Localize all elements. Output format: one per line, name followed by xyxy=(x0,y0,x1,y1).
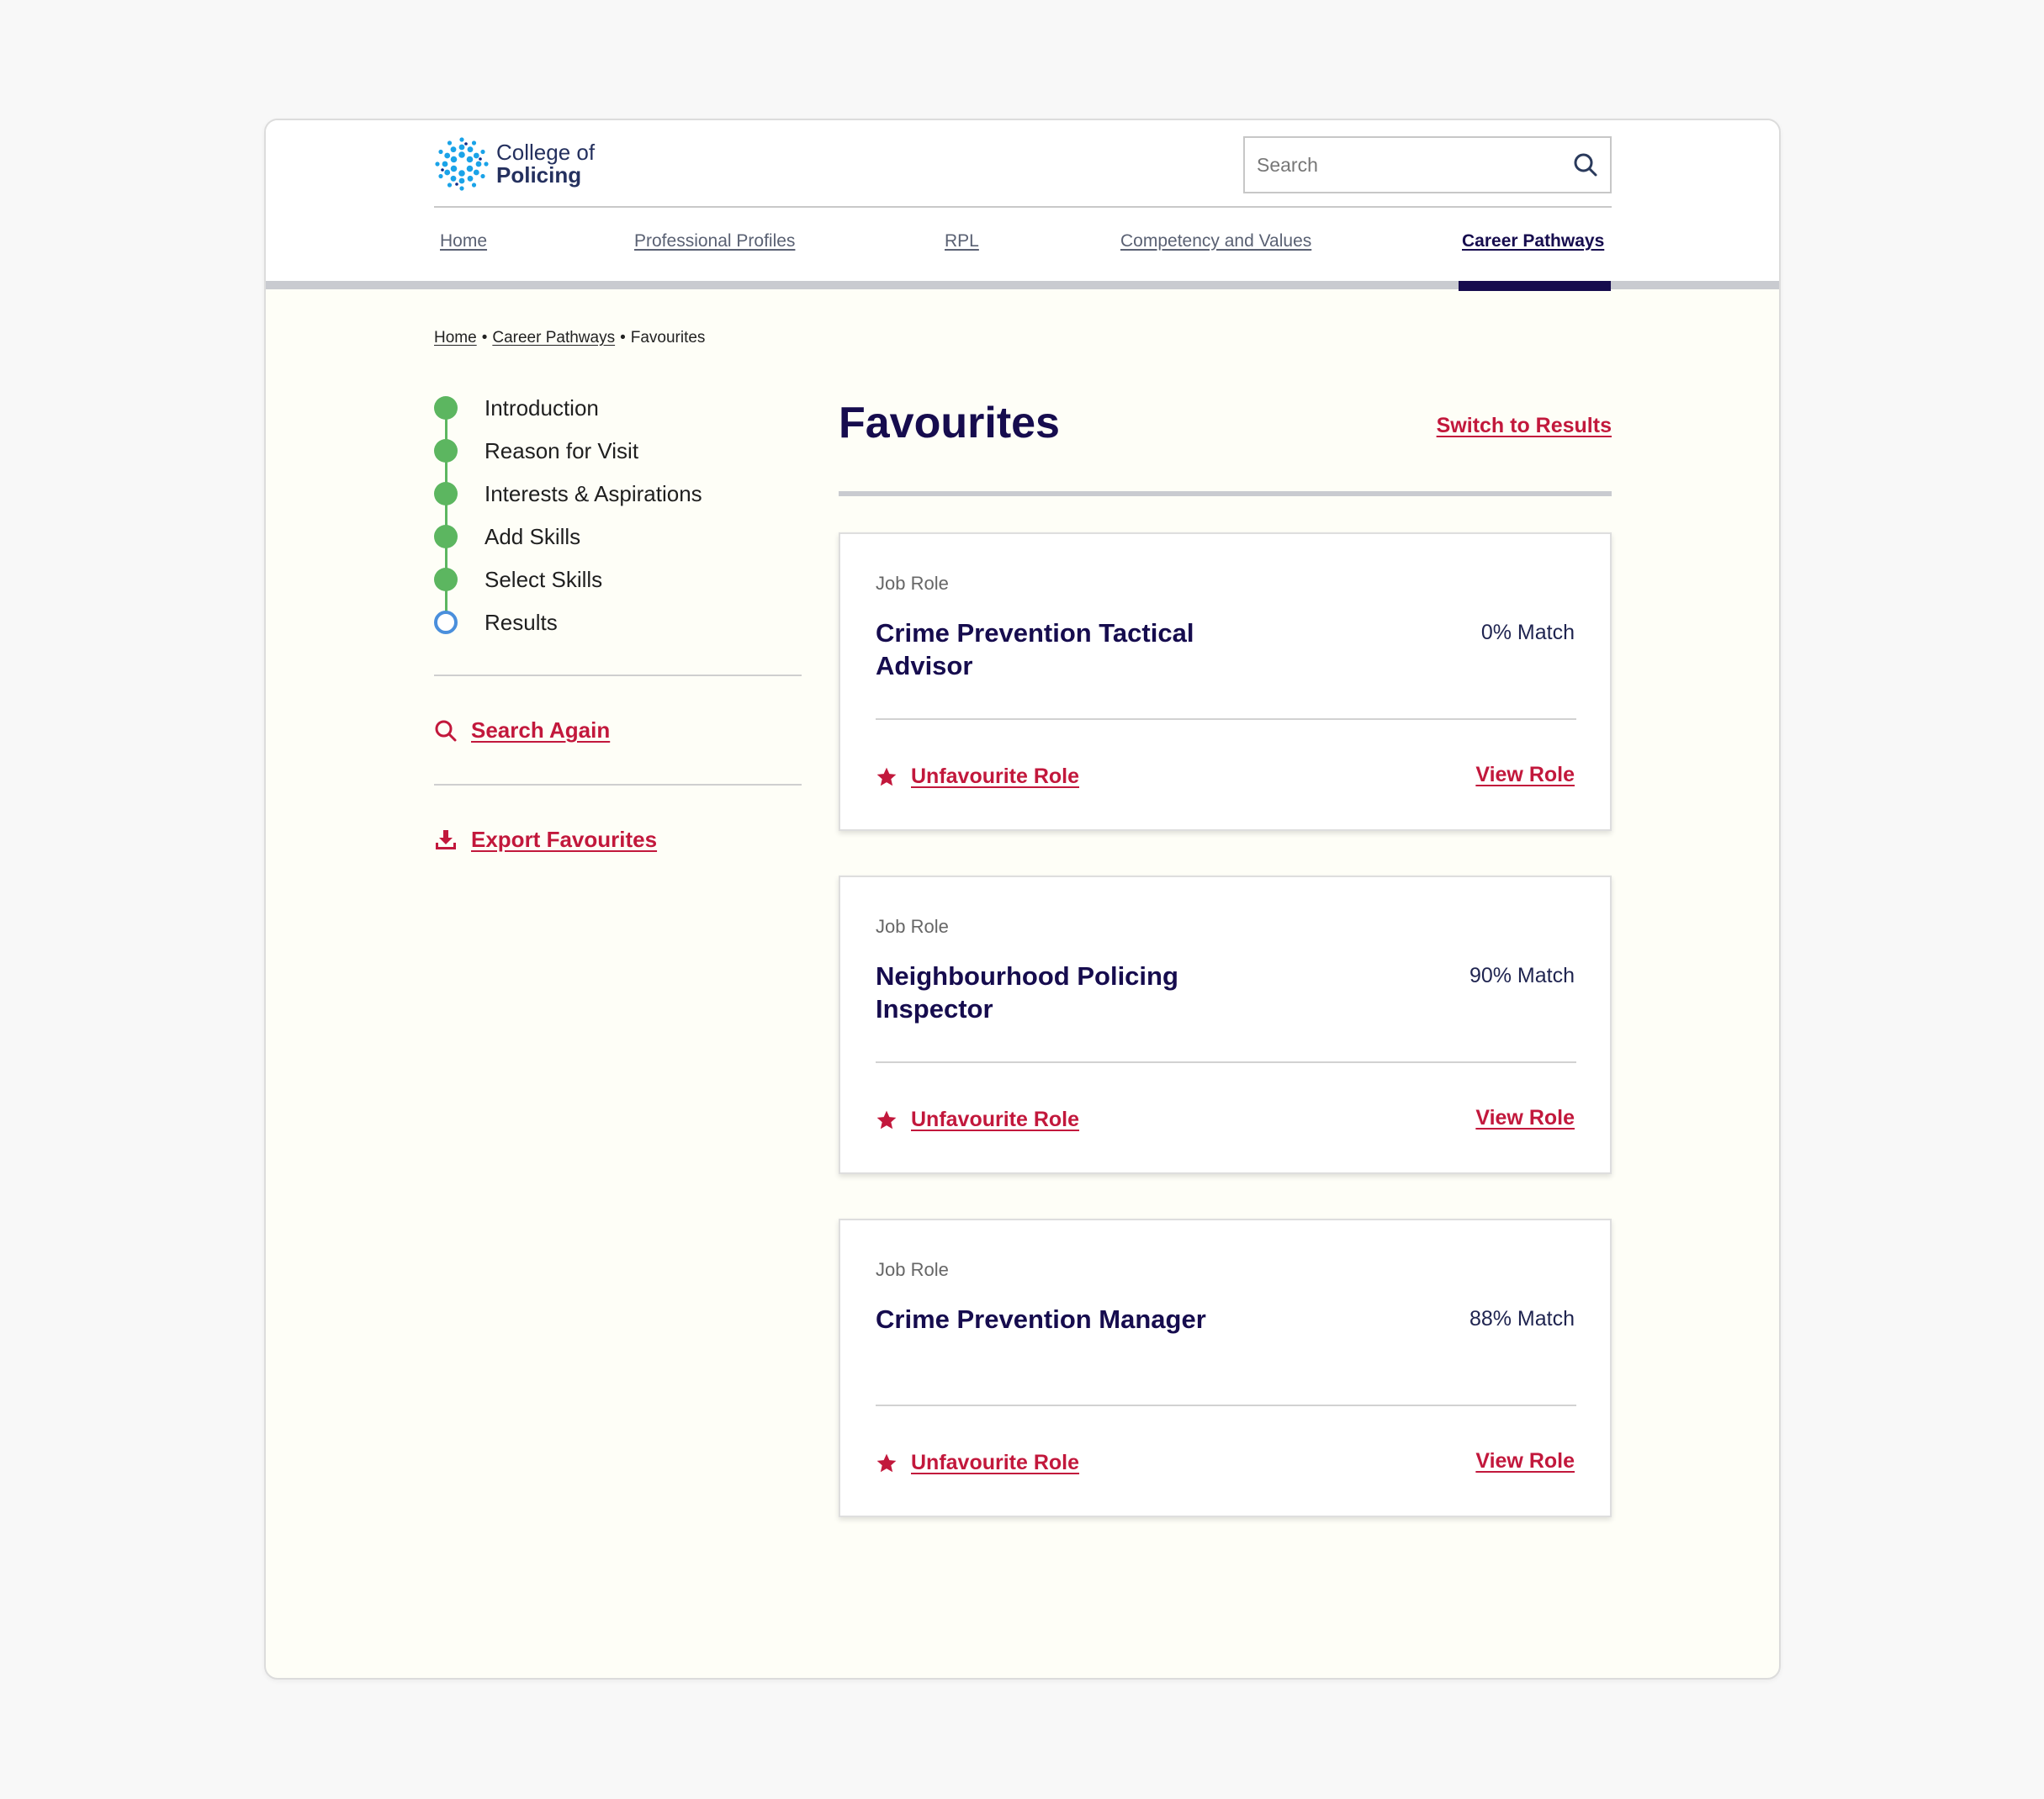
role-title: Crime Prevention Manager xyxy=(876,1304,1206,1334)
unfavourite-role-button[interactable]: Unfavourite Role xyxy=(876,1451,1079,1475)
nav-professional-profiles[interactable]: Professional Profiles xyxy=(634,231,795,251)
step-label: Add Skills xyxy=(485,523,581,549)
progress-steps: Introduction Reason for Visit Interests … xyxy=(434,395,813,664)
view-role-link[interactable]: View Role xyxy=(1475,763,1575,787)
nav-active-indicator xyxy=(1459,281,1611,291)
step-label: Introduction xyxy=(485,394,599,421)
search-icon xyxy=(435,720,457,741)
breadcrumb-home[interactable]: Home xyxy=(434,329,477,347)
step-select-skills[interactable]: Select Skills xyxy=(434,567,602,592)
logo-wordmark: College of Policing xyxy=(496,141,595,186)
step-complete-icon xyxy=(434,396,458,420)
breadcrumb: Home • Career Pathways • Favourites xyxy=(434,329,705,347)
card-divider xyxy=(876,718,1576,720)
nav-home[interactable]: Home xyxy=(440,231,487,251)
favourite-role-card: Job Role Neighbourhood Policing Inspecto… xyxy=(839,876,1612,1174)
match-percentage: 0% Match xyxy=(1480,621,1575,644)
card-kicker: Job Role xyxy=(876,573,949,594)
step-interests-aspirations[interactable]: Interests & Aspirations xyxy=(434,481,702,506)
step-label: Interests & Aspirations xyxy=(485,480,702,506)
header-divider xyxy=(434,206,1612,208)
step-complete-icon xyxy=(434,568,458,591)
step-reason-for-visit[interactable]: Reason for Visit xyxy=(434,438,638,463)
step-complete-icon xyxy=(434,482,458,505)
college-of-policing-logo-icon xyxy=(435,137,489,191)
unfavourite-role-button[interactable]: Unfavourite Role xyxy=(876,1108,1079,1132)
star-icon xyxy=(876,767,897,786)
card-divider xyxy=(876,1405,1576,1406)
page-title: Favourites xyxy=(839,399,1060,447)
search-again-label: Search Again xyxy=(471,717,611,743)
nav-career-pathways[interactable]: Career Pathways xyxy=(1462,231,1604,251)
step-results[interactable]: Results xyxy=(434,610,558,635)
site-logo[interactable]: College of Policing xyxy=(434,134,619,194)
unfavourite-role-button[interactable]: Unfavourite Role xyxy=(876,765,1079,789)
card-kicker: Job Role xyxy=(876,916,949,937)
unfavourite-role-label: Unfavourite Role xyxy=(911,1108,1080,1131)
sidebar-divider xyxy=(434,784,802,786)
star-icon xyxy=(876,1453,897,1472)
step-complete-icon xyxy=(434,439,458,463)
switch-to-results-link[interactable]: Switch to Results xyxy=(1435,414,1612,438)
search-again-link[interactable]: Search Again xyxy=(434,717,610,743)
role-title: Crime Prevention Tactical Advisor xyxy=(876,618,1194,680)
logo-line-1: College of xyxy=(496,140,596,166)
step-label: Select Skills xyxy=(485,566,603,592)
step-add-skills[interactable]: Add Skills xyxy=(434,524,580,549)
breadcrumb-separator: • xyxy=(481,329,488,347)
breadcrumb-separator: • xyxy=(620,329,626,347)
search-icon xyxy=(1574,153,1597,177)
card-divider xyxy=(876,1061,1576,1063)
search-input[interactable] xyxy=(1245,138,1561,192)
favourite-role-card: Job Role Crime Prevention Tactical Advis… xyxy=(839,532,1612,831)
match-percentage: 90% Match xyxy=(1469,964,1575,987)
browser-window: College of Policing Home Professional Pr… xyxy=(264,119,1781,1680)
match-percentage: 88% Match xyxy=(1469,1307,1575,1331)
card-kicker: Job Role xyxy=(876,1259,949,1280)
favourite-role-card: Job Role Crime Prevention Manager 88% Ma… xyxy=(839,1219,1612,1517)
step-current-icon xyxy=(434,611,458,634)
title-rule xyxy=(839,491,1612,496)
step-label: Reason for Visit xyxy=(485,437,639,463)
export-favourites-label: Export Favourites xyxy=(471,827,658,852)
view-role-link[interactable]: View Role xyxy=(1475,1449,1575,1474)
nav-competency-and-values[interactable]: Competency and Values xyxy=(1120,231,1311,251)
step-complete-icon xyxy=(434,525,458,548)
role-title: Neighbourhood Policing Inspector xyxy=(876,961,1178,1024)
export-favourites-link[interactable]: Export Favourites xyxy=(434,827,657,853)
download-icon xyxy=(436,829,456,849)
nav-rpl[interactable]: RPL xyxy=(945,231,979,251)
breadcrumb-career-pathways[interactable]: Career Pathways xyxy=(492,329,615,347)
step-label: Results xyxy=(485,609,558,635)
breadcrumb-current: Favourites xyxy=(630,329,706,347)
unfavourite-role-label: Unfavourite Role xyxy=(911,765,1080,788)
star-icon xyxy=(876,1110,897,1129)
step-introduction[interactable]: Introduction xyxy=(434,395,599,421)
sidebar-divider xyxy=(434,675,802,676)
view-role-link[interactable]: View Role xyxy=(1475,1106,1575,1130)
search-box xyxy=(1243,136,1612,193)
site-header: College of Policing Home Professional Pr… xyxy=(266,120,1779,283)
unfavourite-role-label: Unfavourite Role xyxy=(911,1451,1080,1474)
logo-line-2: Policing xyxy=(496,162,582,188)
search-button[interactable] xyxy=(1561,138,1610,192)
